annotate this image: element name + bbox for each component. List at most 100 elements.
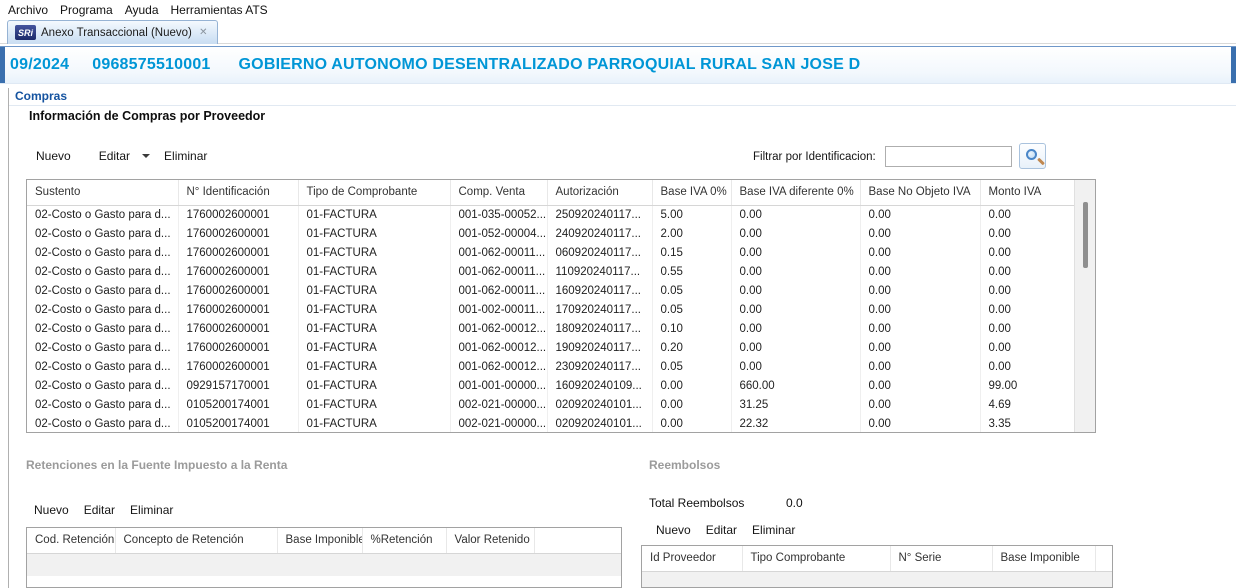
column-header[interactable]: Concepto de Retención: [115, 528, 277, 553]
column-header[interactable]: Monto IVA: [980, 180, 1075, 205]
table-cell: 01-FACTURA: [298, 300, 450, 319]
retenciones-editar-button[interactable]: Editar: [84, 503, 115, 517]
table-row[interactable]: 02-Costo o Gasto para d...17600026000010…: [27, 300, 1075, 319]
retenciones-table-header-row: Cod. RetenciónConcepto de RetenciónBase …: [27, 528, 621, 553]
table-cell: 5.00: [652, 205, 731, 224]
column-header[interactable]: Base IVA 0%: [652, 180, 731, 205]
table-cell: 01-FACTURA: [298, 224, 450, 243]
menu-item-archivo[interactable]: Archivo: [2, 1, 54, 19]
compras-panel: Compras Información de Compras por Prove…: [8, 88, 1236, 588]
table-cell: 01-FACTURA: [298, 243, 450, 262]
column-header[interactable]: [534, 528, 621, 553]
column-header[interactable]: N° Serie: [890, 546, 992, 571]
table-row[interactable]: 02-Costo o Gasto para d...01052001740010…: [27, 395, 1075, 414]
table-row[interactable]: 02-Costo o Gasto para d...17600026000010…: [27, 243, 1075, 262]
menu-bar: Archivo Programa Ayuda Herramientas ATS: [0, 0, 1236, 20]
editar-button[interactable]: Editar: [99, 149, 130, 163]
table-cell: 001-062-00012...: [450, 357, 547, 376]
table-scrollbar[interactable]: [1074, 180, 1095, 432]
table-cell: 001-052-00004...: [450, 224, 547, 243]
column-header[interactable]: Base Imponible: [277, 528, 362, 553]
table-cell: 020920240101...: [547, 414, 652, 433]
column-header[interactable]: Tipo de Comprobante: [298, 180, 450, 205]
menu-item-ayuda[interactable]: Ayuda: [119, 1, 165, 19]
table-cell: 0.00: [860, 300, 980, 319]
table-cell: 660.00: [731, 376, 860, 395]
column-header[interactable]: Valor Retenido: [446, 528, 534, 553]
tab-anexo-transaccional[interactable]: SRi Anexo Transaccional (Nuevo) ✕: [7, 20, 218, 44]
table-cell: 0.00: [731, 224, 860, 243]
table-cell: 0.05: [652, 357, 731, 376]
table-row[interactable]: 02-Costo o Gasto para d...17600026000010…: [27, 357, 1075, 376]
table-row[interactable]: 02-Costo o Gasto para d...17600026000010…: [27, 262, 1075, 281]
search-button[interactable]: [1019, 143, 1046, 169]
table-row[interactable]: 02-Costo o Gasto para d...17600026000010…: [27, 224, 1075, 243]
left-edge-stripe: [0, 47, 5, 83]
table-row[interactable]: 02-Costo o Gasto para d...17600026000010…: [27, 338, 1075, 357]
table-cell: 1760002600001: [178, 300, 298, 319]
table-row[interactable]: 02-Costo o Gasto para d...17600026000010…: [27, 319, 1075, 338]
eliminar-button[interactable]: Eliminar: [164, 149, 207, 163]
table-cell: 160920240117...: [547, 281, 652, 300]
filter-input[interactable]: [885, 146, 1012, 167]
ruc-label: 0968575510001: [92, 56, 210, 74]
menu-item-herramientas-ats[interactable]: Herramientas ATS: [165, 1, 274, 19]
column-header[interactable]: Base No Objeto IVA: [860, 180, 980, 205]
column-header[interactable]: Base IVA diferente 0%: [731, 180, 860, 205]
table-cell: 230920240117...: [547, 357, 652, 376]
column-header[interactable]: Sustento: [27, 180, 178, 205]
table-cell: 0.05: [652, 300, 731, 319]
table-cell: 250920240117...: [547, 205, 652, 224]
table-cell: 02-Costo o Gasto para d...: [27, 319, 178, 338]
reembolsos-section-title: Reembolsos: [649, 458, 720, 472]
table-cell: 0.00: [652, 414, 731, 433]
menu-item-programa[interactable]: Programa: [54, 1, 119, 19]
table-cell: 0105200174001: [178, 414, 298, 433]
column-header[interactable]: Id Proveedor: [642, 546, 742, 571]
reembolsos-nuevo-button[interactable]: Nuevo: [656, 523, 691, 537]
column-header[interactable]: %Retención: [362, 528, 446, 553]
search-icon: [1026, 149, 1037, 160]
column-header[interactable]: [1095, 546, 1112, 571]
column-header[interactable]: Base Imponible: [992, 546, 1095, 571]
column-header[interactable]: N° Identificación: [178, 180, 298, 205]
table-cell: 1760002600001: [178, 262, 298, 281]
nuevo-button[interactable]: Nuevo: [36, 149, 71, 163]
table-cell: 02-Costo o Gasto para d...: [27, 395, 178, 414]
table-cell: 0.00: [860, 224, 980, 243]
table-cell: 1760002600001: [178, 243, 298, 262]
table-cell: 31.25: [731, 395, 860, 414]
column-header[interactable]: Tipo Comprobante: [742, 546, 890, 571]
table-cell: 240920240117...: [547, 224, 652, 243]
table-cell: 180920240117...: [547, 319, 652, 338]
table-cell: 02-Costo o Gasto para d...: [27, 414, 178, 433]
retenciones-nuevo-button[interactable]: Nuevo: [34, 503, 69, 517]
table-row[interactable]: 02-Costo o Gasto para d...17600026000010…: [27, 281, 1075, 300]
table-cell: 001-062-00011...: [450, 243, 547, 262]
table-row[interactable]: 02-Costo o Gasto para d...0105200174001 0…: [27, 414, 1075, 433]
table-cell: 0.00: [652, 376, 731, 395]
editar-dropdown-icon[interactable]: [142, 154, 150, 158]
sri-logo-icon: SRi: [15, 25, 36, 40]
scrollbar-thumb[interactable]: [1083, 202, 1088, 268]
table-row[interactable]: 02-Costo o Gasto para d...09291571700010…: [27, 376, 1075, 395]
tab-close-icon[interactable]: ✕: [197, 26, 210, 39]
compras-table-container: SustentoN° IdentificaciónTipo de Comprob…: [26, 179, 1096, 433]
table-cell: 0.20: [652, 338, 731, 357]
column-header[interactable]: Comp. Venta: [450, 180, 547, 205]
table-cell: 0.10: [652, 319, 731, 338]
reembolsos-eliminar-button[interactable]: Eliminar: [752, 523, 795, 537]
retenciones-toolbar: Nuevo Editar Eliminar: [34, 503, 173, 517]
retenciones-eliminar-button[interactable]: Eliminar: [130, 503, 173, 517]
table-cell: 4.69: [980, 395, 1075, 414]
table-cell: 0.00: [860, 205, 980, 224]
table-cell: 0.55: [652, 262, 731, 281]
table-cell: 001-062-00012...: [450, 338, 547, 357]
reembolsos-editar-button[interactable]: Editar: [706, 523, 737, 537]
column-header[interactable]: Autorización: [547, 180, 652, 205]
editor-tab-strip: SRi Anexo Transaccional (Nuevo) ✕: [0, 20, 1236, 44]
table-cell: 0.00: [731, 281, 860, 300]
table-row[interactable]: 02-Costo o Gasto para d...17600026000010…: [27, 205, 1075, 224]
table-cell: 0.00: [980, 300, 1075, 319]
column-header[interactable]: Cod. Retención: [27, 528, 115, 553]
